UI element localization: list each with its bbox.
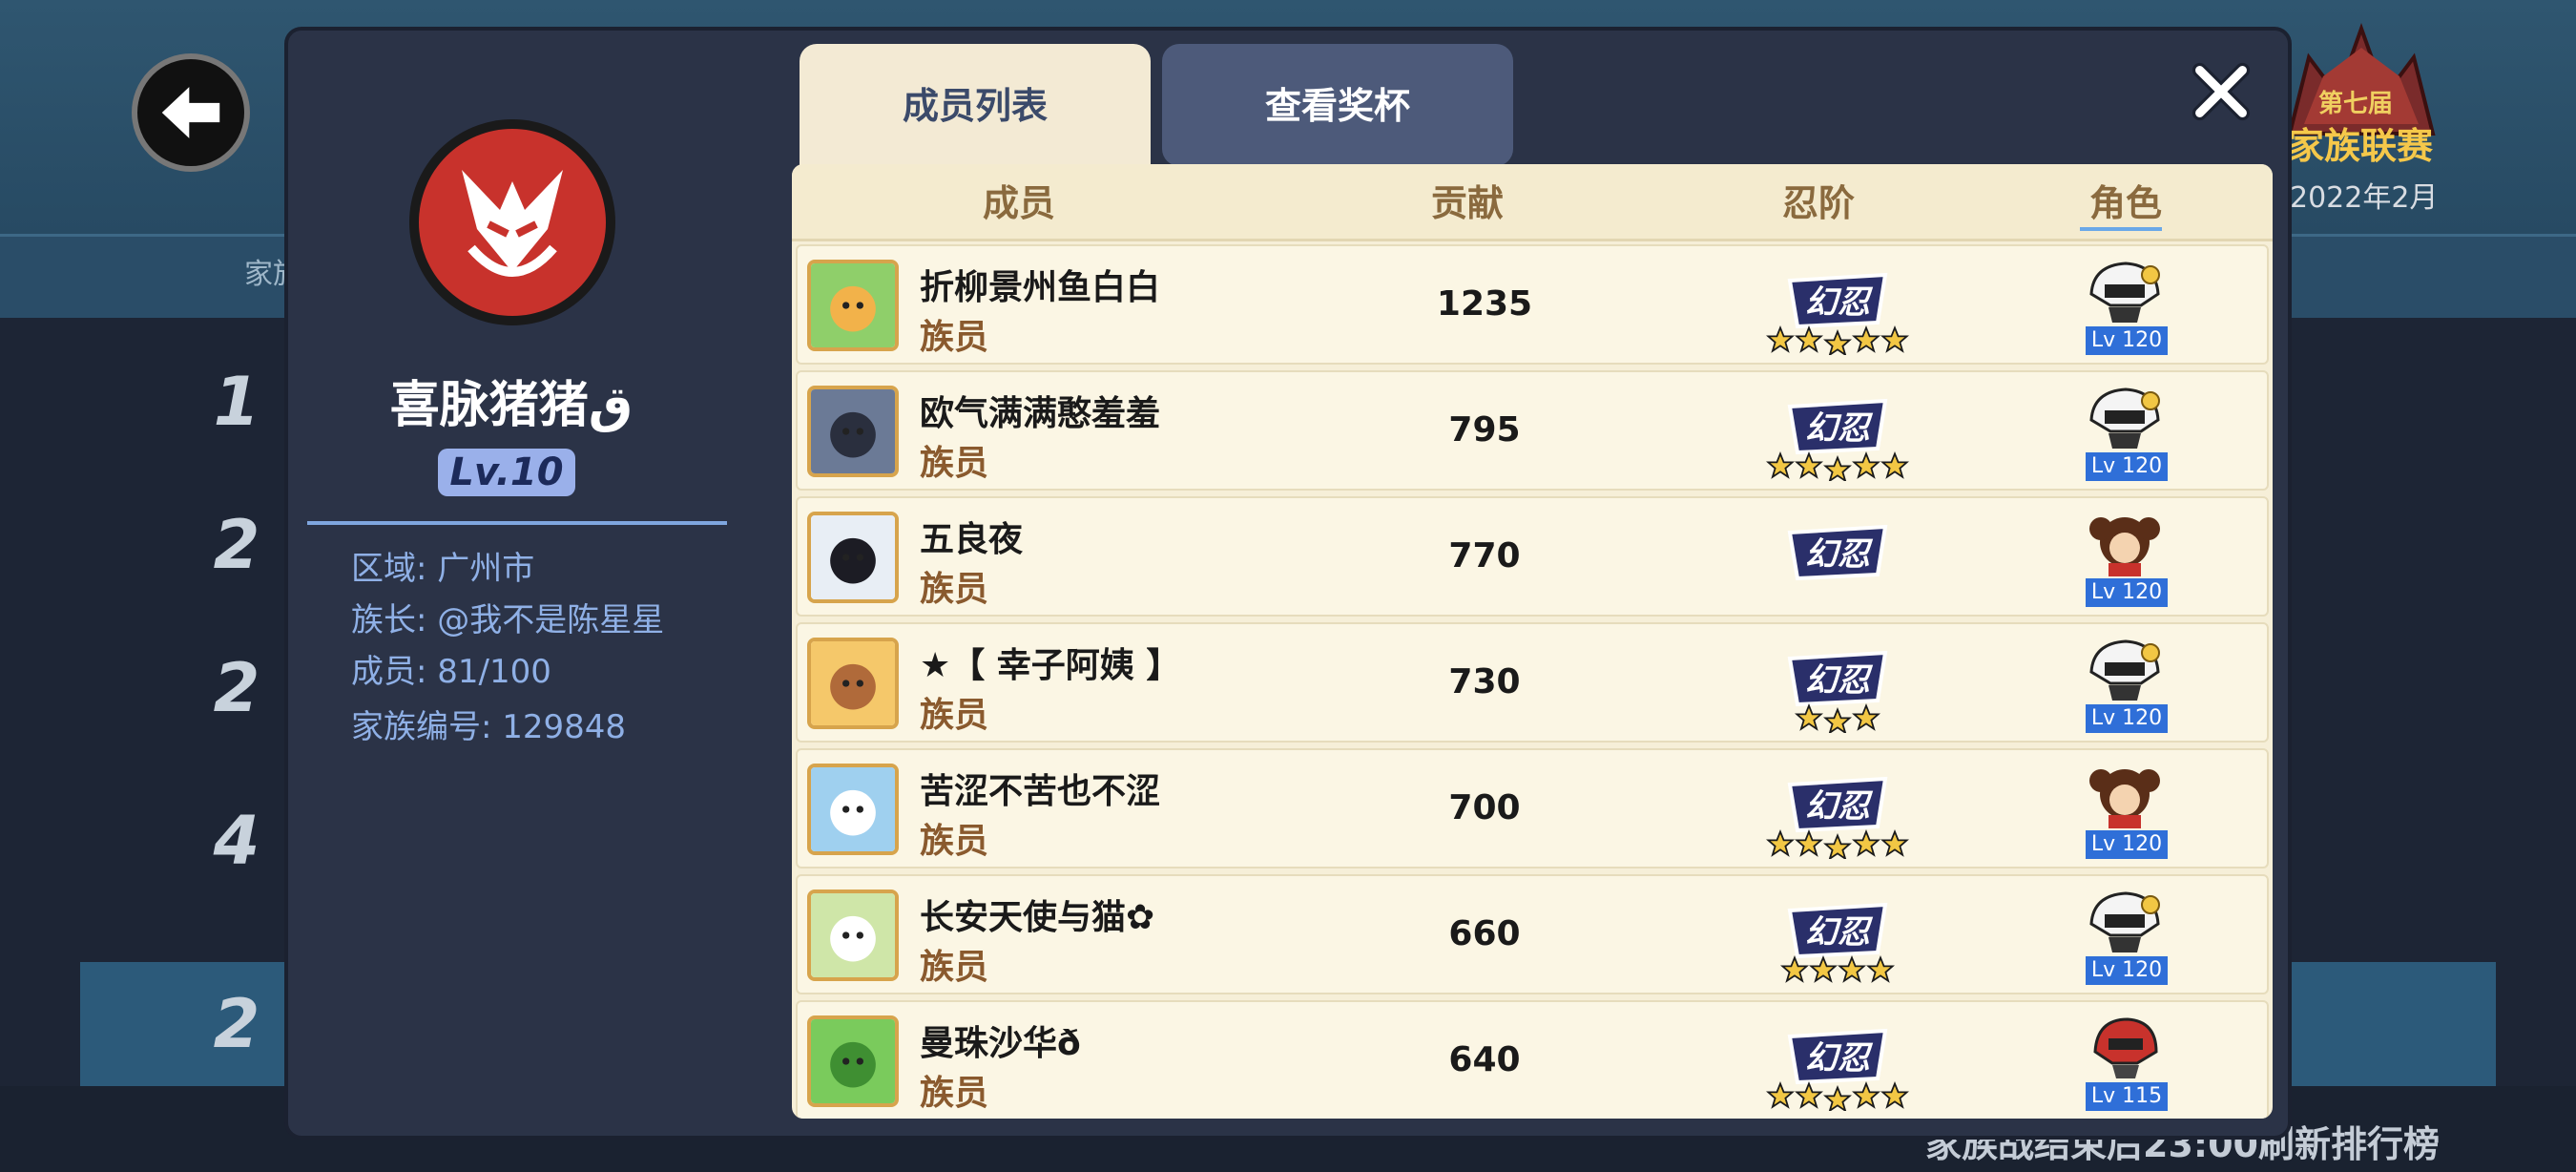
ninja-rank-badge-icon: 幻忍	[1766, 398, 1909, 483]
member-contribution: 700	[1448, 788, 1521, 827]
clan-name: 喜脉猪猪ق	[389, 377, 634, 434]
table-row[interactable]: ★【 幸子阿姨 】族员 730 幻忍 Lv 120	[796, 622, 2269, 743]
ninja-rank: 幻忍	[1752, 893, 1923, 985]
character-portrait-icon[interactable]	[2084, 256, 2166, 324]
svg-text:幻忍: 幻忍	[1805, 661, 1874, 700]
member-contribution: 795	[1448, 410, 1521, 450]
clan-id: 家族编号: 129848	[351, 708, 627, 746]
sort-indicator	[2080, 227, 2162, 231]
rank-number: 2	[213, 649, 260, 727]
clan-member-count: 成员: 81/100	[351, 653, 551, 691]
member-title: 族员	[920, 696, 989, 735]
ninja-rank: 幻忍	[1752, 263, 1923, 357]
close-button[interactable]	[2185, 55, 2257, 128]
character-level-badge: Lv 120	[2086, 830, 2168, 859]
divider	[307, 521, 727, 525]
table-row[interactable]: 五良夜族员 770 幻忍 Lv 120	[796, 496, 2269, 617]
ninja-rank: 幻忍	[1752, 641, 1923, 735]
member-avatar[interactable]	[807, 260, 899, 351]
character-level-badge: Lv 120	[2086, 956, 2168, 985]
member-title: 族员	[920, 822, 989, 861]
header-ninja-rank[interactable]: 忍阶	[1782, 174, 1855, 226]
back-button[interactable]	[132, 53, 250, 172]
ninja-rank-badge-icon: 幻忍	[1766, 776, 1909, 861]
member-avatar[interactable]	[807, 764, 899, 855]
tab-member-list[interactable]: 成员列表	[800, 44, 1151, 168]
svg-text:幻忍: 幻忍	[1805, 1039, 1874, 1078]
member-contribution: 660	[1448, 914, 1521, 953]
header-character[interactable]: 角色	[2089, 174, 2162, 226]
character-portrait-icon[interactable]	[2084, 634, 2166, 702]
ninja-rank: 幻忍	[1752, 389, 1923, 483]
member-contribution: 770	[1448, 536, 1521, 576]
rank-number: 2	[213, 985, 260, 1063]
member-title: 族员	[920, 1074, 989, 1113]
ninja-rank-badge-icon: 幻忍	[1780, 902, 1895, 983]
member-title: 族员	[920, 570, 989, 609]
member-name: ★【 幸子阿姨 】	[920, 646, 1181, 685]
ninja-rank-badge-icon: 幻忍	[1766, 1028, 1909, 1113]
character-level-badge: Lv 120	[2086, 704, 2168, 733]
table-row[interactable]: 欧气满满憨羞羞 族员 795 幻忍 Lv 120	[796, 370, 2269, 491]
table-row[interactable]: 折柳景州鱼白白 族员 1235 幻忍 Lv 120	[796, 244, 2269, 365]
character-portrait-icon[interactable]	[2084, 886, 2166, 954]
ninja-rank: 幻忍	[1752, 1019, 1923, 1113]
event-edition: 第七届	[2318, 90, 2394, 118]
character-portrait-icon[interactable]	[2084, 508, 2166, 576]
close-icon	[2192, 62, 2251, 121]
clan-region: 区域: 广州市	[351, 550, 535, 588]
character-level-badge: Lv 120	[2086, 452, 2168, 481]
member-avatar[interactable]	[807, 1015, 899, 1107]
svg-text:幻忍: 幻忍	[1805, 787, 1874, 826]
character-level-badge: Lv 120	[2086, 578, 2168, 607]
table-row[interactable]: 曼珠沙华ð 族员 640 幻忍 Lv 115	[796, 1000, 2269, 1119]
character-level-badge: Lv 115	[2086, 1082, 2168, 1111]
tab-view-trophies[interactable]: 查看奖杯	[1162, 44, 1513, 166]
member-avatar[interactable]	[807, 638, 899, 729]
svg-text:幻忍: 幻忍	[1805, 409, 1874, 448]
member-contribution: 640	[1448, 1040, 1521, 1079]
table-row[interactable]: 苦涩不苦也不涩 族员 700 幻忍 Lv 120	[796, 748, 2269, 869]
member-name: 长安天使与猫✿	[920, 898, 1155, 937]
member-title: 族员	[920, 444, 989, 483]
ninja-rank: 幻忍	[1752, 767, 1923, 861]
member-title: 族员	[920, 948, 989, 987]
ninja-rank-badge-icon: 幻忍	[1787, 524, 1888, 581]
clan-emblem-icon	[409, 119, 615, 325]
rank-number: 4	[213, 802, 260, 880]
member-list-panel: 成员 贡献 忍阶 角色 折柳景州鱼白白 族员 1235 幻忍 Lv 120 欧气满满憨羞羞…	[792, 164, 2273, 1119]
member-avatar[interactable]	[807, 386, 899, 477]
rank-number: 1	[213, 363, 260, 441]
event-title: 家族联赛	[2288, 125, 2434, 167]
clan-leader[interactable]: 族长: @我不是陈星星	[351, 594, 664, 640]
header-member: 成员	[983, 182, 1056, 224]
member-contribution: 730	[1448, 662, 1521, 701]
svg-text:幻忍: 幻忍	[1805, 535, 1874, 574]
clan-level-badge: Lv.10	[438, 449, 575, 496]
member-avatar[interactable]	[807, 512, 899, 603]
member-name: 苦涩不苦也不涩	[920, 772, 1161, 811]
character-portrait-icon[interactable]	[2084, 760, 2166, 828]
svg-text:幻忍: 幻忍	[1805, 913, 1874, 952]
event-date: 2022年2月	[2290, 181, 2439, 215]
ninja-rank-badge-icon: 幻忍	[1766, 272, 1909, 357]
member-avatar[interactable]	[807, 889, 899, 981]
ninja-rank: 幻忍	[1752, 515, 1923, 607]
member-name: 五良夜	[920, 520, 1024, 559]
member-contribution: 1235	[1436, 284, 1533, 324]
member-title: 族员	[920, 318, 989, 357]
header-contribution[interactable]: 贡献	[1431, 174, 1504, 226]
character-portrait-icon[interactable]	[2084, 1012, 2166, 1080]
member-name: 欧气满满憨羞羞	[920, 394, 1161, 433]
member-name: 折柳景州鱼白白	[920, 268, 1161, 307]
svg-text:幻忍: 幻忍	[1805, 283, 1874, 322]
table-header: 成员 贡献 忍阶 角色	[792, 164, 2273, 241]
table-row[interactable]: 长安天使与猫✿ 族员 660 幻忍 Lv 120	[796, 874, 2269, 994]
character-portrait-icon[interactable]	[2084, 382, 2166, 450]
arrow-left-icon	[161, 87, 220, 138]
member-name: 曼珠沙华ð	[920, 1024, 1081, 1063]
rank-number: 2	[213, 506, 260, 584]
character-level-badge: Lv 120	[2086, 326, 2168, 355]
ninja-rank-badge-icon: 幻忍	[1787, 650, 1888, 735]
